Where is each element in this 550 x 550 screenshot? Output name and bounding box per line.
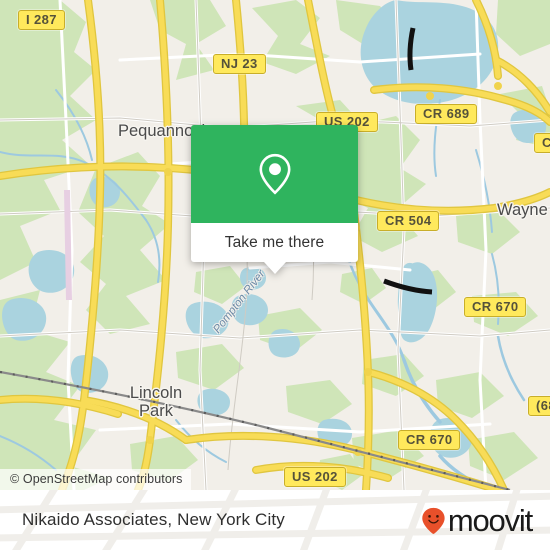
location-popup[interactable]: Take me there <box>191 125 358 274</box>
moovit-map-screen: Pequannock Wayne Lincoln Park Pompton Ri… <box>0 0 550 550</box>
moovit-pin-icon <box>422 507 445 534</box>
popup-icon-area <box>191 125 358 223</box>
place-label-lincoln-park-line1: Lincoln <box>129 384 183 402</box>
shield-cr-689[interactable]: CR 689 <box>415 104 478 124</box>
map-attribution: © OpenStreetMap contributors <box>0 469 191 490</box>
page-title: Nikaido Associates, New York City <box>22 510 285 529</box>
popup-tail <box>263 262 286 274</box>
dark-segment-lake <box>407 27 416 71</box>
map-pin-icon <box>259 153 290 195</box>
shield-cr-504[interactable]: CR 504 <box>377 211 440 231</box>
footer-bar: Nikaido Associates, New York City moovit <box>0 490 550 550</box>
shield-nj-23[interactable]: NJ 23 <box>213 54 266 74</box>
shield-us-202-lower[interactable]: US 202 <box>284 467 346 487</box>
popup-cta-area[interactable]: Take me there <box>191 223 358 274</box>
place-label-lincoln-park-line2: Park <box>139 402 173 420</box>
place-label-lincoln-park: Lincoln Park <box>117 384 195 420</box>
shield-cr-670-lower[interactable]: CR 670 <box>398 430 461 450</box>
shield-681-edge[interactable]: (681 <box>528 396 550 416</box>
shield-i-287[interactable]: I 287 <box>18 10 65 30</box>
shield-cr-670-upper[interactable]: CR 670 <box>464 297 527 317</box>
place-label-wayne: Wayne <box>497 201 548 219</box>
moovit-wordmark: moovit <box>447 502 533 538</box>
shield-cr-edge[interactable]: CR <box>534 133 550 153</box>
take-me-there-label: Take me there <box>224 233 325 251</box>
moovit-logo[interactable]: moovit <box>421 502 533 538</box>
